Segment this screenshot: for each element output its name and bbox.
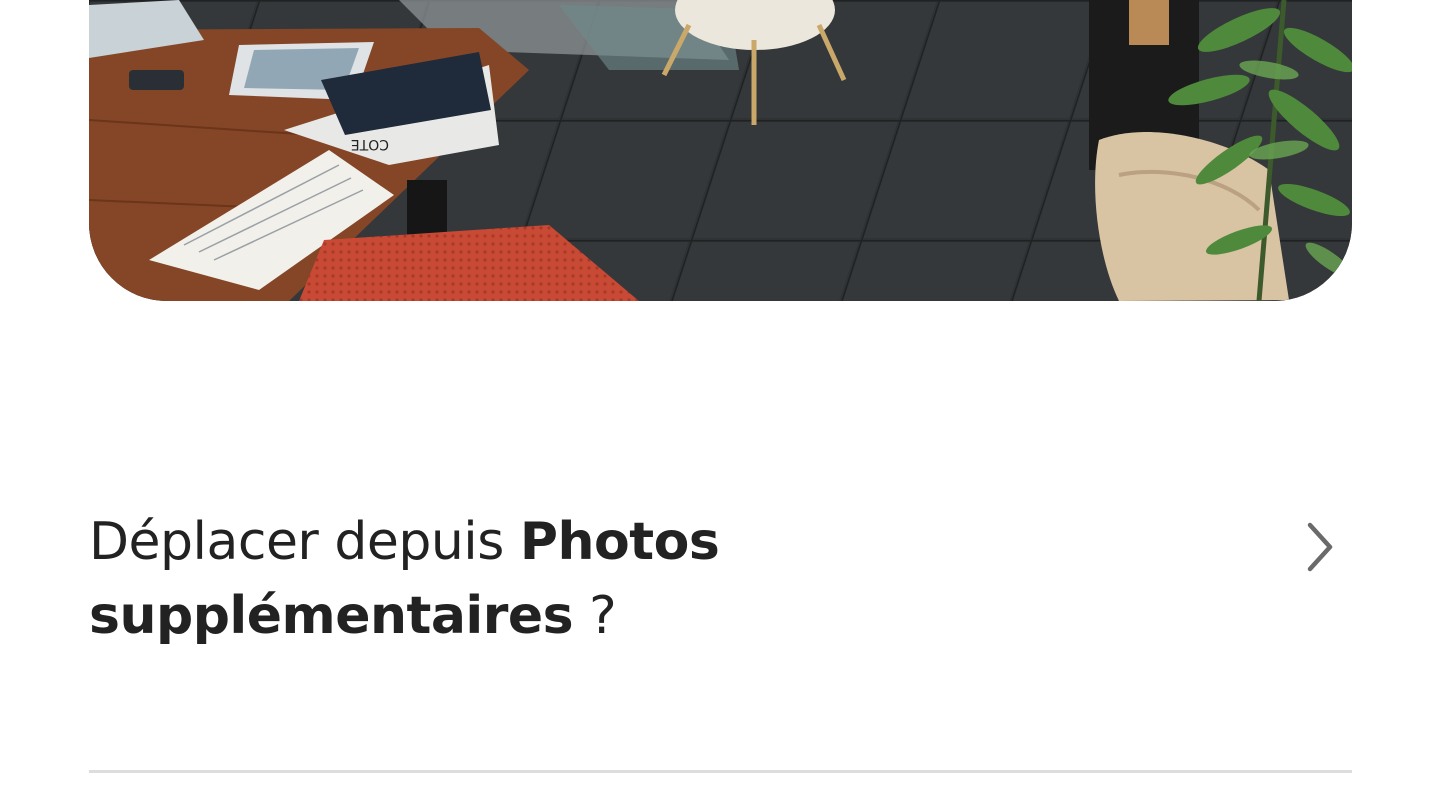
move-prompt-text: Déplacer depuis Photos supplémentaires ? (89, 505, 1089, 653)
chevron-right-icon[interactable] (1304, 521, 1336, 573)
move-prompt-suffix: ? (573, 586, 617, 646)
move-prompt-section-cont: supplémentaires (89, 586, 574, 646)
move-prompt-prefix: Déplacer depuis (89, 512, 520, 572)
move-prompt-section: Photos (519, 512, 720, 572)
move-from-section-row[interactable]: Déplacer depuis Photos supplémentaires ? (89, 505, 1352, 655)
divider (89, 770, 1352, 773)
listing-photo[interactable]: COTE (89, 0, 1352, 301)
photo-sign-text: COTE (351, 136, 389, 152)
listing-photo-image: COTE (89, 0, 1352, 301)
